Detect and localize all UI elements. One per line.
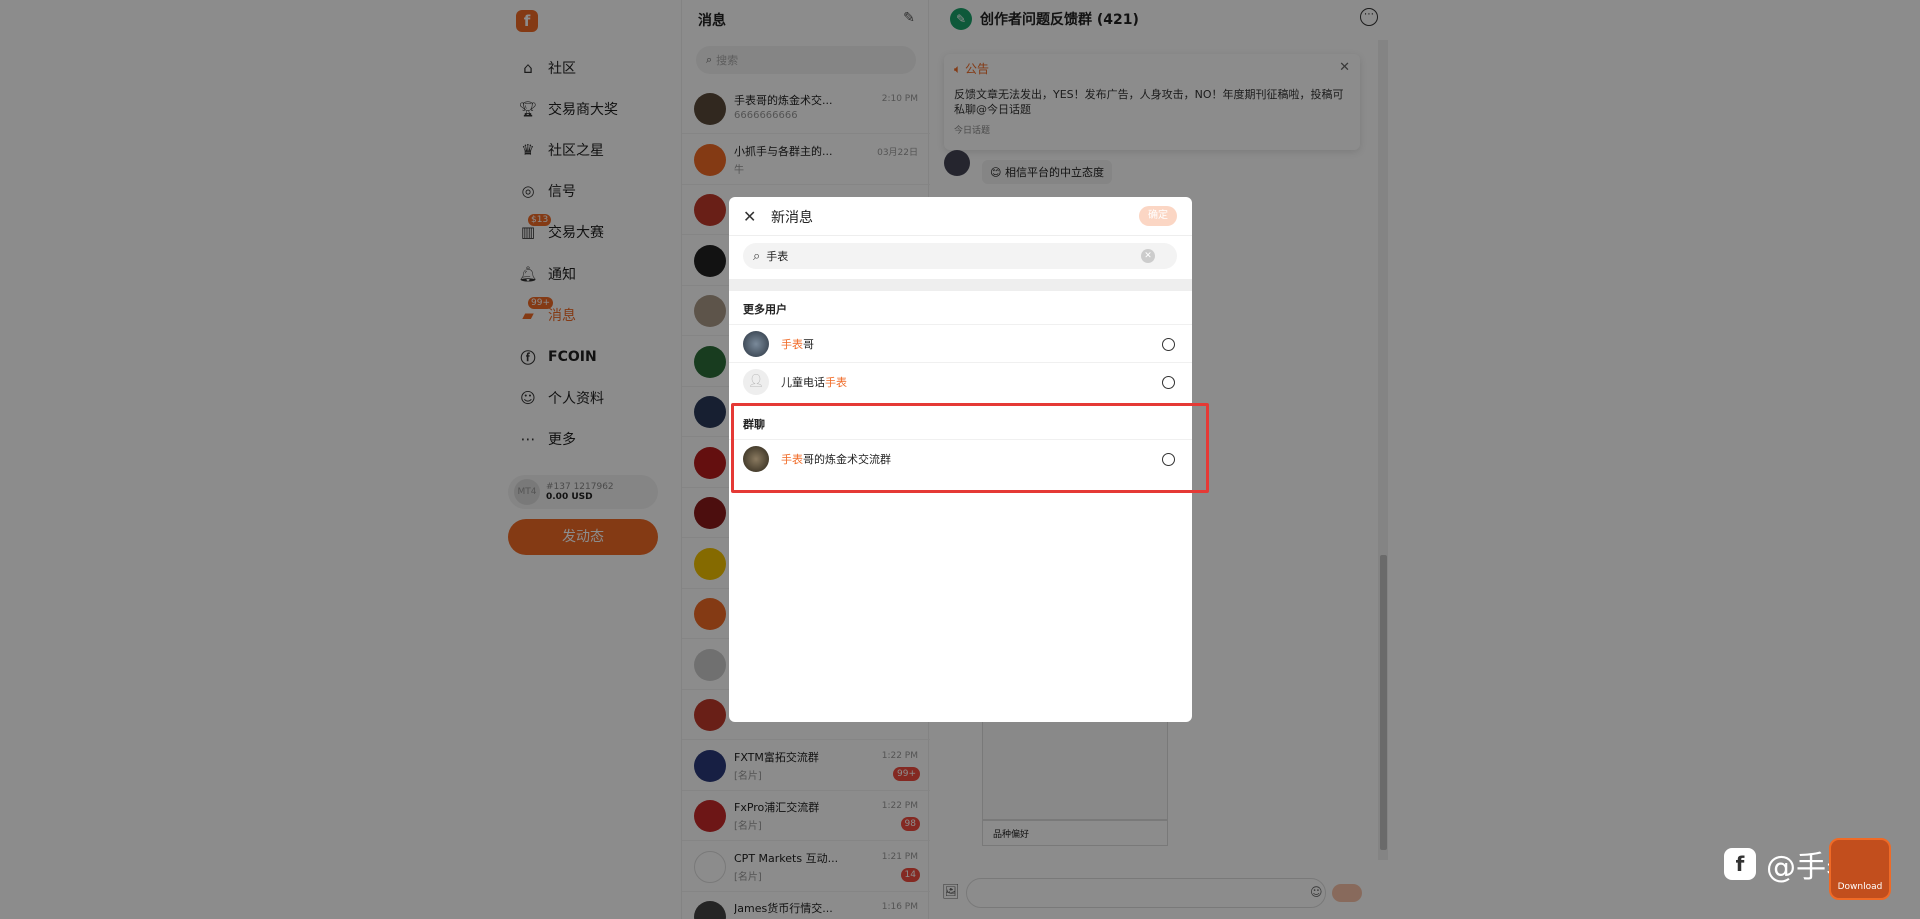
highlight-annotation [731,403,1209,493]
download-button[interactable]: Download [1829,838,1891,900]
user-result-row[interactable]: 手表哥 [729,324,1192,362]
search-icon: ⌕ [753,248,761,264]
user-result-row[interactable]: 👤︎ 儿童电话手表 [729,362,1192,400]
user-name: 儿童电话手表 [781,376,847,389]
confirm-button[interactable]: 确定 [1139,206,1177,226]
user-name: 手表哥 [781,338,814,351]
select-radio[interactable] [1162,338,1175,351]
watermark-logo-icon: f [1724,848,1756,880]
clear-icon[interactable]: ✕ [1141,249,1155,263]
section-divider [729,279,1192,291]
modal-search-field[interactable]: ⌕ [743,243,1177,269]
avatar [743,331,769,357]
modal-title: 新消息 [771,210,813,226]
select-radio[interactable] [1162,376,1175,389]
divider [729,235,1192,236]
section-more-users: 更多用户 [743,303,787,316]
close-icon[interactable]: ✕ [743,207,756,226]
default-avatar-icon: 👤︎ [743,369,769,395]
modal-search-input[interactable] [766,249,1127,263]
